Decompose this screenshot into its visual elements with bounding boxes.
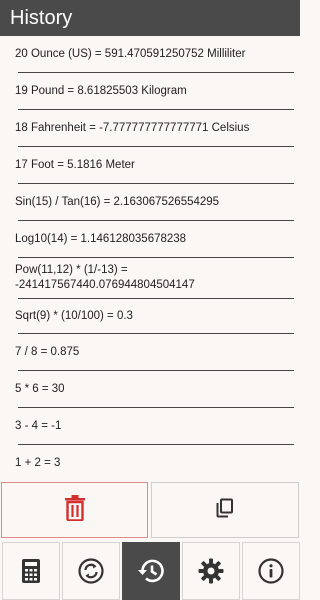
history-item-text: Pow(11,12) * (1/-13) = -241417567440.076… (15, 264, 195, 291)
history-item-text: 7 / 8 = 0.875 (15, 345, 80, 358)
copy-history-button[interactable] (151, 482, 299, 538)
history-item-text: 18 Fahrenheit = -7.777777777777771 Celsi… (15, 121, 250, 134)
gear-icon (198, 558, 224, 584)
history-item[interactable]: Pow(11,12) * (1/-13) = -241417567440.076… (10, 258, 290, 298)
nav-settings[interactable] (182, 542, 240, 600)
history-item-text: Log10(14) = 1.146128035678238 (15, 232, 187, 245)
history-item[interactable]: 3 - 4 = -1 (10, 408, 290, 444)
history-item[interactable]: 1 + 2 = 3 (10, 445, 290, 480)
history-item-text: 3 - 4 = -1 (15, 419, 62, 432)
history-item[interactable]: 5 * 6 = 30 (10, 371, 290, 407)
page-title: History (10, 7, 73, 29)
history-item-text: 19 Pound = 8.61825503 Kilogram (15, 84, 187, 97)
history-item[interactable]: 19 Pound = 8.61825503 Kilogram (10, 73, 290, 109)
convert-icon (78, 558, 104, 584)
trash-icon (64, 494, 86, 526)
calculator-icon (22, 559, 40, 583)
nav-converter[interactable] (62, 542, 120, 600)
history-actions (0, 481, 300, 540)
history-item-text: Sin(15) / Tan(16) = 2.163067526554295 (15, 195, 220, 208)
history-item[interactable]: Sqrt(9) * (10/100) = 0.3 (10, 299, 290, 333)
history-icon (137, 558, 165, 584)
copy-icon (216, 498, 234, 523)
bottom-nav (0, 541, 300, 600)
nav-calculator[interactable] (2, 542, 60, 600)
history-list[interactable]: 20 Ounce (US) = 591.470591250752 Millili… (0, 36, 300, 480)
history-item[interactable]: Sin(15) / Tan(16) = 2.163067526554295 (10, 184, 290, 220)
history-item[interactable]: 17 Foot = 5.1816 Meter (10, 147, 290, 183)
clear-history-button[interactable] (1, 482, 148, 538)
info-icon (258, 558, 284, 584)
history-item-text: 17 Foot = 5.1816 Meter (15, 158, 135, 171)
history-item-text: 20 Ounce (US) = 591.470591250752 Millili… (15, 47, 246, 60)
history-item-text: 5 * 6 = 30 (15, 382, 65, 395)
history-item[interactable]: 20 Ounce (US) = 591.470591250752 Millili… (10, 36, 290, 72)
history-item[interactable]: Log10(14) = 1.146128035678238 (10, 221, 290, 257)
history-item[interactable]: 7 / 8 = 0.875 (10, 334, 290, 370)
history-item-text: 1 + 2 = 3 (15, 456, 61, 469)
nav-history[interactable] (122, 542, 180, 600)
history-item-text: Sqrt(9) * (10/100) = 0.3 (15, 309, 133, 322)
history-item[interactable]: 18 Fahrenheit = -7.777777777777771 Celsi… (10, 110, 290, 146)
app-title-bar: History (0, 0, 300, 36)
nav-info[interactable] (242, 542, 300, 600)
